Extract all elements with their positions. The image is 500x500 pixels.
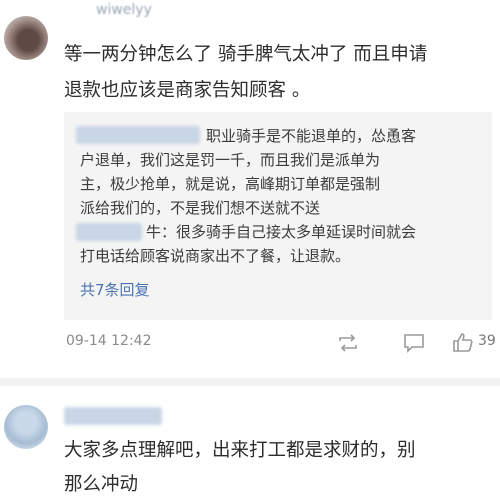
reply-preview-box[interactable]: 职业骑手是不能退单的，怂恿客 户退单，我们这是罚一千，而且我们是派单为 主，极少… xyxy=(64,112,492,320)
comment-timestamp: 09-14 12:42 xyxy=(66,333,152,349)
reply-text-line: 牛：很多骑手自己接太多单延误时间就会 xyxy=(146,223,417,241)
comment-text-line: 退款也应该是商家告知顾客 。 xyxy=(64,80,311,101)
comment-divider xyxy=(0,378,500,386)
blurred-username xyxy=(76,223,142,241)
comment-text-line: 那么冲动 xyxy=(64,474,139,495)
blurred-username xyxy=(64,407,162,425)
comment-text-line: 等一两分钟怎么了 骑手脾气太冲了 而且申请 xyxy=(64,44,428,65)
reply-text-line: 派给我们的，不是我们想不送就不送 xyxy=(80,199,321,217)
reply-text-line: 职业骑手是不能退单的，怂恿客 xyxy=(206,127,417,145)
comment-text-line: 大家多点理解吧，出来打工都是求财的，别 xyxy=(64,440,416,461)
blurred-username xyxy=(76,126,200,144)
thumbs-up-icon[interactable] xyxy=(452,331,474,353)
view-more-replies-link[interactable]: 共7条回复 xyxy=(80,279,150,300)
avatar[interactable] xyxy=(4,16,48,60)
reply-text-line: 打电话给顾客说商家出不了餐，让退款。 xyxy=(80,247,351,265)
comment-meta-bar: 09-14 12:42 39 xyxy=(66,331,500,355)
repost-icon[interactable] xyxy=(336,333,360,353)
reply-text-line: 主，极少抢单，就是说，高峰期订单都是强制 xyxy=(80,175,381,193)
comment-username[interactable]: wiwelyy xyxy=(96,2,152,18)
comment-icon[interactable] xyxy=(403,333,425,353)
avatar[interactable] xyxy=(4,405,48,449)
like-count: 39 xyxy=(478,333,496,349)
reply-text-line: 户退单，我们这是罚一千，而且我们是派单为 xyxy=(80,151,381,169)
